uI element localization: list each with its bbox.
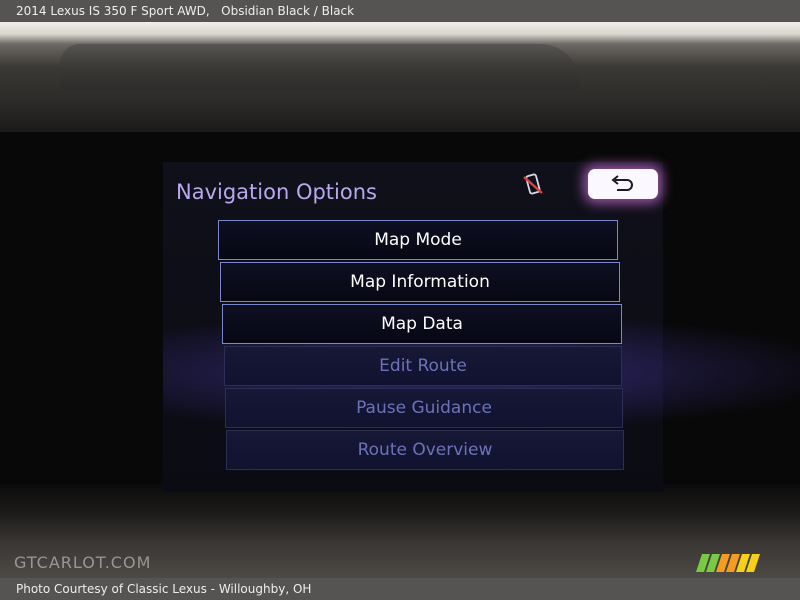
dashboard-vent bbox=[60, 44, 580, 90]
route-overview-button[interactable]: Route Overview bbox=[226, 430, 624, 470]
back-arrow-icon bbox=[611, 175, 633, 191]
map-information-button[interactable]: Map Information bbox=[220, 262, 620, 302]
screen-title: Navigation Options bbox=[176, 180, 377, 204]
phone-disconnected-icon bbox=[520, 172, 546, 198]
watermark-text: GTCARLOT.COM bbox=[14, 553, 152, 572]
site-logo bbox=[696, 554, 772, 572]
map-data-button[interactable]: Map Data bbox=[222, 304, 622, 344]
vehicle-caption: 2014 Lexus IS 350 F Sport AWD, Obsidian … bbox=[16, 4, 355, 18]
top-caption-bar: 2014 Lexus IS 350 F Sport AWD, Obsidian … bbox=[0, 0, 800, 22]
pause-guidance-button[interactable]: Pause Guidance bbox=[225, 388, 623, 428]
back-button[interactable] bbox=[588, 169, 658, 199]
map-mode-button[interactable]: Map Mode bbox=[218, 220, 618, 260]
edit-route-button[interactable]: Edit Route bbox=[224, 346, 622, 386]
bottom-caption-bar: Photo Courtesy of Classic Lexus - Willou… bbox=[0, 578, 800, 600]
dashboard-photo: Navigation Options Map Mode Map Informat… bbox=[0, 22, 800, 578]
photo-credit: Photo Courtesy of Classic Lexus - Willou… bbox=[16, 582, 312, 596]
